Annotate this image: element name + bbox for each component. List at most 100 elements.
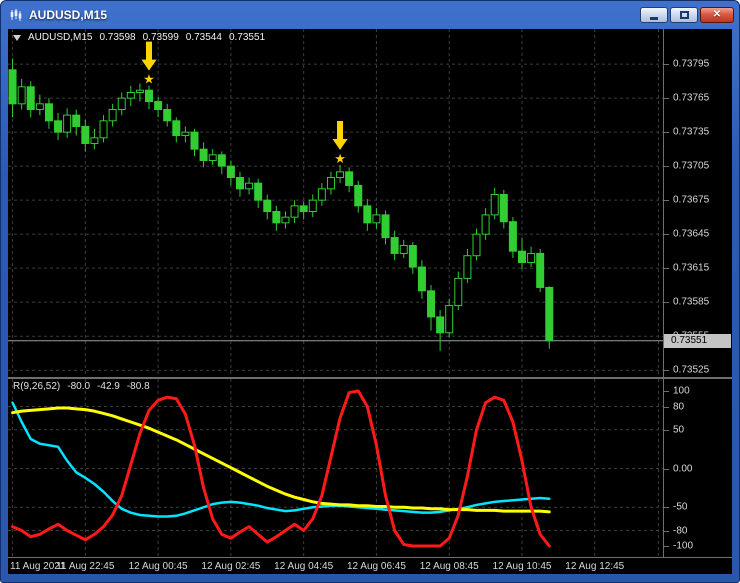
candle-body xyxy=(208,154,217,161)
titlebar[interactable]: AUDUSD,M15 ✕ xyxy=(1,1,739,29)
candle-body xyxy=(308,199,317,213)
slow-line xyxy=(11,406,551,514)
candle-body xyxy=(190,131,199,150)
candle-body xyxy=(145,89,154,103)
grid-layer xyxy=(8,379,663,557)
minimize-button[interactable] xyxy=(640,7,668,23)
candle-body xyxy=(417,266,426,292)
candle-body xyxy=(263,199,272,213)
indicator-value-3: -80.8 xyxy=(126,381,150,392)
indicator-value-2: -42.9 xyxy=(97,381,120,392)
indicator-tick-mark xyxy=(664,391,669,392)
indicator-tick-label: -100 xyxy=(673,540,694,552)
chart-client-area: ★ ★ AUDUSD,M15 0.73598 0.73599 0.73544 0.… xyxy=(8,29,732,574)
candle-body xyxy=(8,69,17,105)
signals-layer: ★★ xyxy=(141,41,348,167)
indicator-tick-mark xyxy=(664,546,669,547)
candle-body xyxy=(235,176,244,190)
candle-body xyxy=(117,97,126,110)
indicator-axis[interactable]: 100 80 50 0.00 -50 -80 -100 xyxy=(663,379,732,557)
ohlc-open: 0.73598 xyxy=(99,32,136,43)
candle-body xyxy=(299,205,308,213)
ohlc-low: 0.73544 xyxy=(185,32,222,43)
time-axis-label: 12 Aug 12:45 xyxy=(565,561,625,572)
current-price-tag: 0.73551 xyxy=(664,334,731,348)
candle-body xyxy=(272,211,281,224)
price-chart-pane: ★ ★ AUDUSD,M15 0.73598 0.73599 0.73544 0.… xyxy=(8,29,732,377)
indicator-name: R(9,26,52) xyxy=(13,381,61,392)
price-tick-mark xyxy=(664,200,669,202)
window-title: AUDUSD,M15 xyxy=(29,8,108,22)
price-tick-label: 0.73705 xyxy=(673,160,710,172)
ohlc-close: 0.73551 xyxy=(228,32,266,43)
signal-line xyxy=(11,401,551,518)
candle-body xyxy=(363,205,372,224)
candle-body xyxy=(245,182,254,190)
price-tick-label: 0.73735 xyxy=(673,126,710,138)
chart-shift-marker-icon xyxy=(13,34,21,41)
indicator-tick-label: 80 xyxy=(673,401,685,412)
star-icon: ★ xyxy=(143,73,155,88)
sell-arrow-icon xyxy=(141,41,157,71)
indicator-tick-label: -50 xyxy=(673,501,688,513)
candle-body xyxy=(336,171,345,178)
sell-arrow-icon xyxy=(332,121,348,151)
price-tick-label: 0.73765 xyxy=(673,92,710,104)
candle-body xyxy=(354,184,363,207)
price-tick-mark xyxy=(664,370,669,372)
price-tick-mark xyxy=(664,64,669,66)
candle-body xyxy=(490,193,499,216)
indicator-tick-label: 100 xyxy=(673,385,690,397)
time-axis-label: 12 Aug 06:45 xyxy=(346,561,406,572)
candle-body xyxy=(181,131,190,137)
candle-body xyxy=(81,125,90,144)
maximize-button[interactable] xyxy=(670,7,698,23)
grid-layer xyxy=(8,29,663,377)
oscillator-plot[interactable] xyxy=(8,379,663,557)
candle-body xyxy=(54,120,63,133)
indicator-value-1: -80.0 xyxy=(67,381,91,392)
candle-body xyxy=(72,114,81,127)
candle-body xyxy=(35,103,44,110)
indicator-tick-label: 0.00 xyxy=(673,463,693,474)
time-axis-label: 12 Aug 02:45 xyxy=(201,561,261,572)
indicator-tick-mark xyxy=(664,429,669,431)
time-axis-label: 11 Aug 22:45 xyxy=(56,561,115,572)
candle-body xyxy=(545,286,554,342)
candle-body xyxy=(345,171,354,186)
candle-body xyxy=(44,103,53,122)
time-axis-label: 12 Aug 00:45 xyxy=(128,561,188,572)
candle-body xyxy=(99,120,108,139)
price-tick-mark xyxy=(664,268,669,270)
candle-body xyxy=(154,101,163,110)
price-tick-mark xyxy=(664,166,669,168)
indicator-pane: R(9,26,52) -80.0 -42.9 -80.8 100 80 50 0.00… xyxy=(8,379,732,557)
time-axis[interactable]: 11 Aug 2021 11 Aug 22:45 12 Aug 00:45 12 Au… xyxy=(8,558,732,574)
candle-body xyxy=(481,214,490,235)
candle-body xyxy=(254,182,263,201)
candlestick-plot[interactable]: ★★ xyxy=(8,29,663,377)
candle-body xyxy=(408,245,417,268)
chart-window: AUDUSD,M15 ✕ ★ ★ AUDUSD,M15 0.73598 0.735… xyxy=(0,0,740,583)
indicator-tick-label: 50 xyxy=(673,424,685,436)
candle-body xyxy=(217,154,226,167)
time-axis-label: 12 Aug 10:45 xyxy=(492,561,552,572)
candle-body xyxy=(135,89,144,93)
ohlc-symbol: AUDUSD,M15 xyxy=(28,32,93,43)
price-tick-mark xyxy=(664,302,669,304)
time-axis-label: 12 Aug 08:45 xyxy=(419,561,479,572)
minimize-icon xyxy=(650,17,658,20)
candle-body xyxy=(427,290,436,318)
close-button[interactable]: ✕ xyxy=(700,7,734,23)
candle-body xyxy=(226,165,235,178)
maximize-icon xyxy=(679,11,689,19)
candle-body xyxy=(172,120,181,137)
candle-body xyxy=(390,237,399,254)
indicator-label: R(9,26,52) -80.0 -42.9 -80.8 xyxy=(13,381,150,392)
candle-body xyxy=(26,86,35,110)
price-tick-label: 0.73615 xyxy=(673,262,710,274)
candle-body xyxy=(163,108,172,122)
price-axis[interactable]: 0.73795 0.73765 0.73735 0.73705 0.73675 0.736… xyxy=(663,29,732,377)
candle-body xyxy=(472,233,481,257)
time-axis-label: 12 Aug 04:45 xyxy=(274,561,334,572)
